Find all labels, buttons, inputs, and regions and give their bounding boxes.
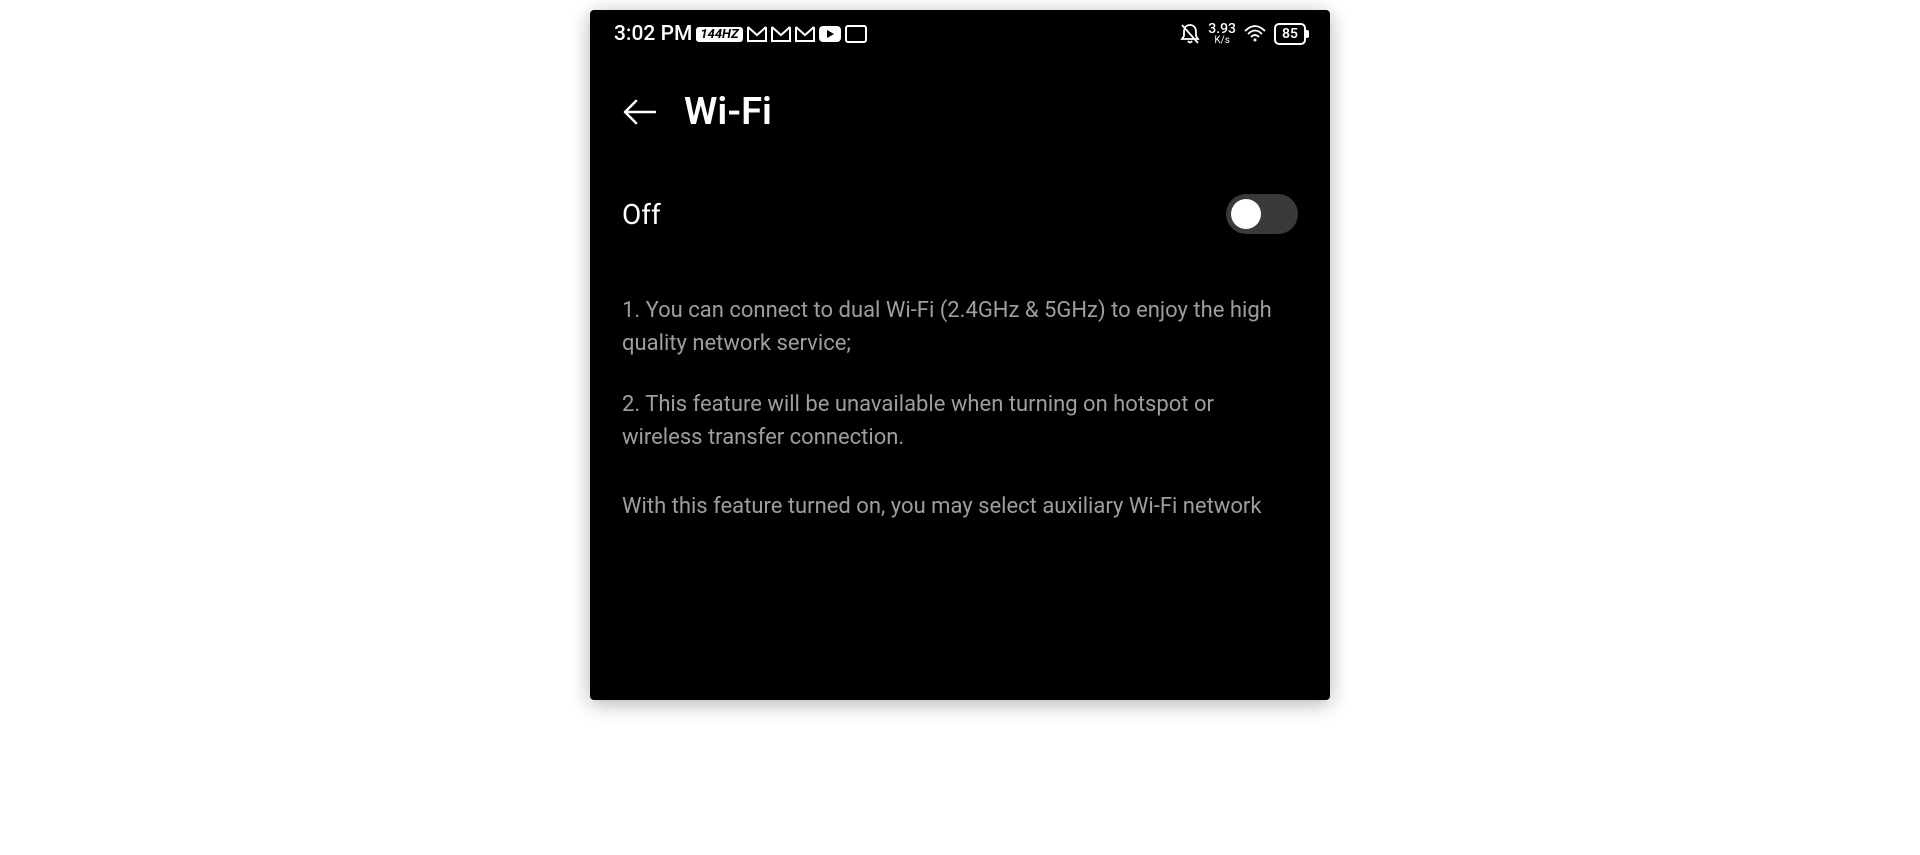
status-right: 3.93 K/s 85 [1180, 22, 1306, 46]
dnd-icon [1180, 23, 1200, 45]
page-title: Wi-Fi [684, 90, 772, 134]
net-speed-unit: K/s [1214, 36, 1230, 46]
battery-indicator: 85 [1274, 23, 1306, 45]
page-header: Wi-Fi [590, 58, 1330, 154]
phone-screen: 3:02 PM 144HZ 3.93 K/s [590, 10, 1330, 700]
network-speed: 3.93 K/s [1208, 22, 1236, 46]
info-line-3: With this feature turned on, you may sel… [622, 490, 1298, 523]
refresh-rate-badge: 144HZ [696, 27, 742, 42]
info-line-2: 2. This feature will be unavailable when… [622, 388, 1298, 454]
info-section: 1. You can connect to dual Wi-Fi (2.4GHz… [590, 254, 1330, 523]
wifi-icon [1244, 25, 1266, 43]
net-speed-value: 3.93 [1208, 22, 1236, 36]
wifi-toggle[interactable] [1226, 194, 1298, 234]
gmail-icon [771, 26, 791, 42]
status-bar: 3:02 PM 144HZ 3.93 K/s [590, 10, 1330, 58]
youtube-icon [819, 26, 841, 42]
toggle-knob [1231, 199, 1261, 229]
wifi-toggle-row: Off [590, 154, 1330, 254]
gmail-icon [747, 26, 767, 42]
gmail-icon [795, 26, 815, 42]
clock-time: 3:02 PM [614, 22, 692, 46]
info-line-1: 1. You can connect to dual Wi-Fi (2.4GHz… [622, 294, 1298, 360]
wifi-state-label: Off [622, 198, 661, 231]
back-arrow-icon[interactable] [622, 99, 656, 125]
status-left: 3:02 PM 144HZ [614, 22, 867, 46]
cast-icon [845, 25, 867, 43]
